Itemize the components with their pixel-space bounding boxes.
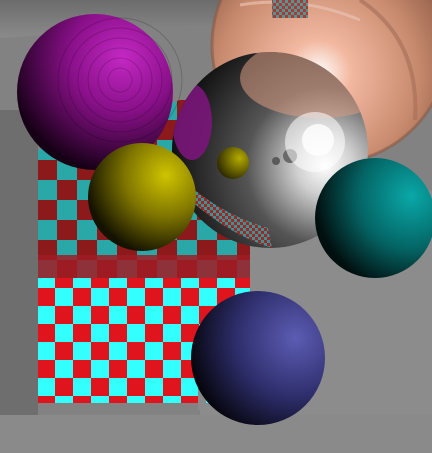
bottom-floor [0,415,432,453]
left-shadow-panel [0,110,38,415]
teal-sphere [315,158,432,278]
raytraced-scene [0,0,432,453]
olive-sphere [88,143,196,251]
reflection-band [38,255,250,281]
navy-sphere [191,291,325,425]
